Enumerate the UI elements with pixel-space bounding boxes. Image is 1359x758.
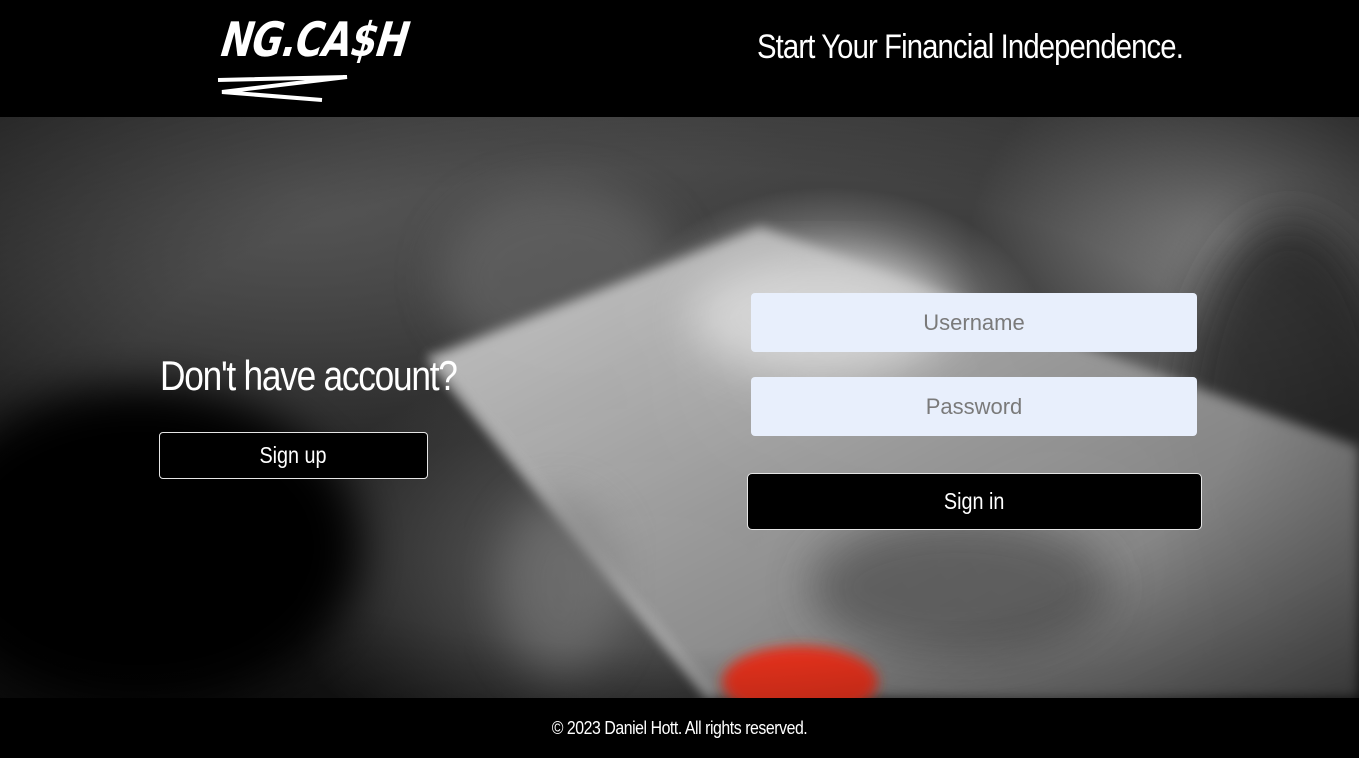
logo-text: NG.CA$H xyxy=(218,12,412,67)
hero-section: Don't have account? Sign up Sign in xyxy=(0,117,1359,698)
signup-button[interactable]: Sign up xyxy=(159,432,428,479)
site-header: NG.CA$H Start Your Financial Independenc… xyxy=(0,0,1359,117)
copyright-text: © 2023 Daniel Hott. All rights reserved. xyxy=(551,718,808,738)
header-tagline: Start Your Financial Independence. xyxy=(757,28,1184,66)
password-input[interactable] xyxy=(751,377,1197,436)
login-page: NG.CA$H Start Your Financial Independenc… xyxy=(0,0,1359,758)
signin-button-label: Sign in xyxy=(944,488,1005,514)
ngcash-logo[interactable]: NG.CA$H xyxy=(214,12,412,104)
signup-prompt-heading: Don't have account? xyxy=(160,352,458,399)
logo-underline-icon xyxy=(217,75,348,102)
site-footer: © 2023 Daniel Hott. All rights reserved. xyxy=(0,698,1359,758)
username-input[interactable] xyxy=(751,293,1197,352)
signin-button[interactable]: Sign in xyxy=(747,473,1202,530)
signup-button-label: Sign up xyxy=(259,442,328,468)
